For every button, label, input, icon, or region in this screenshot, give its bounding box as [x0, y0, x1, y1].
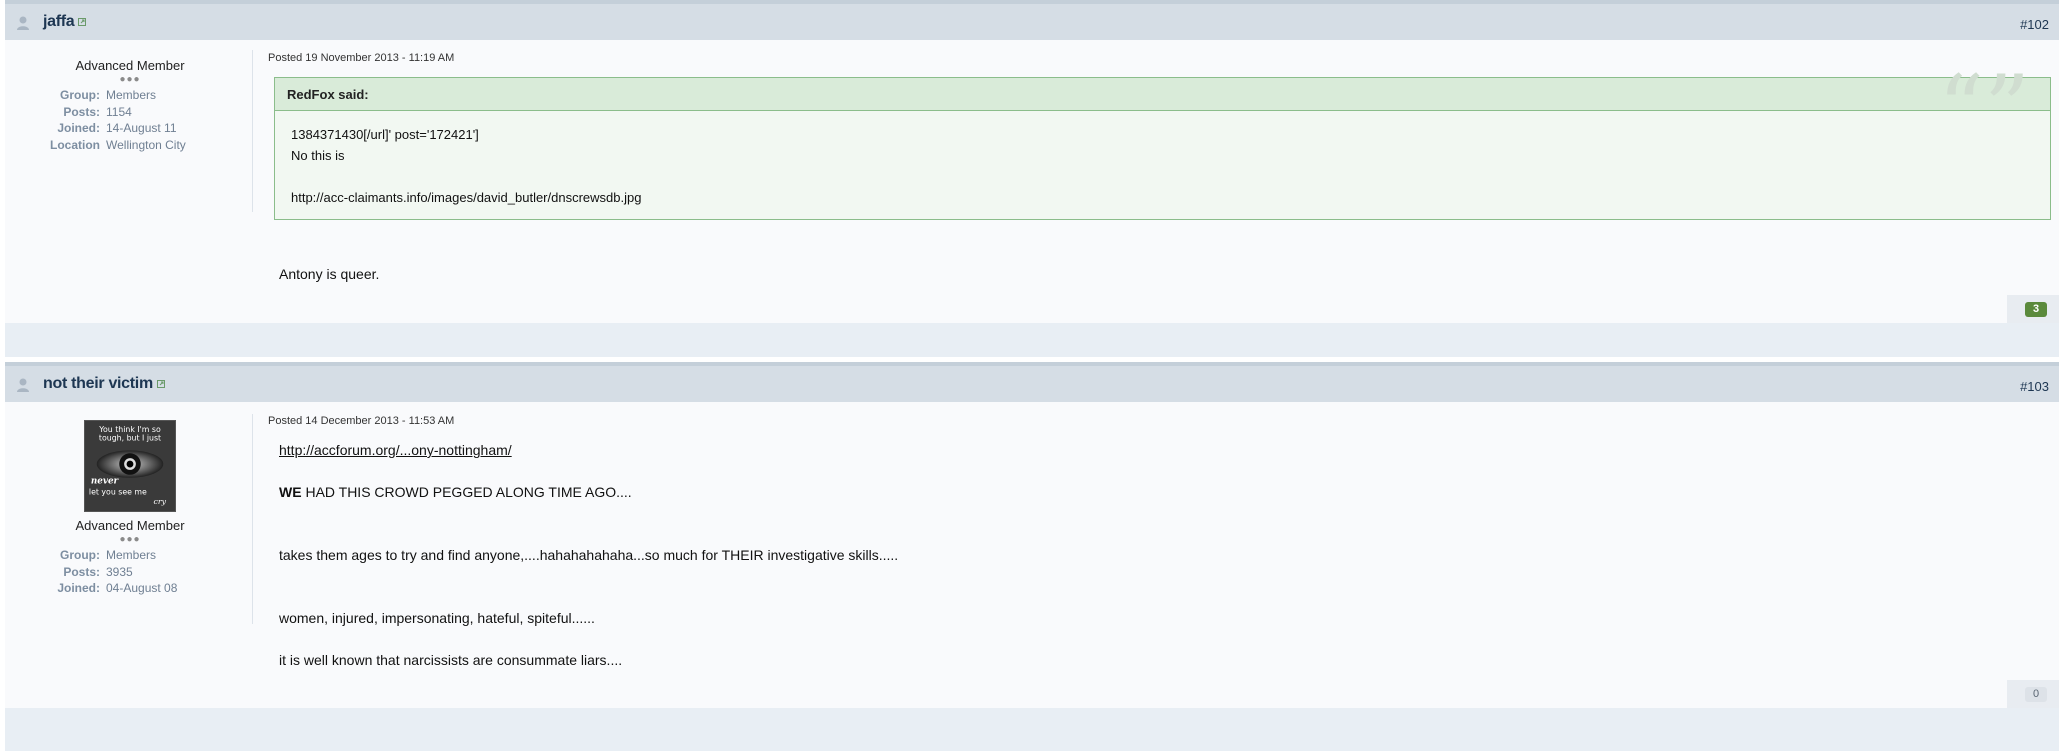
avatar-text: let you see me — [89, 487, 147, 496]
post-header: jaffa #102 — [5, 0, 2059, 40]
quote-block: RedFox said: “” 1384371430[/url]' post='… — [274, 64, 2051, 221]
username-link[interactable]: jaffa — [43, 13, 87, 31]
reputation-bar: 3 — [2007, 295, 2059, 323]
post-link[interactable]: http://accforum.org/...ony-nottingham/ — [279, 442, 512, 458]
info-joined: Joined: 04-August 08 — [57, 581, 178, 595]
quote-citation: RedFox said: — [287, 87, 369, 102]
post-102: jaffa #102 Advanced Member ●●● Group: Mem… — [5, 0, 2059, 357]
user-icon — [17, 16, 29, 30]
username-link[interactable]: not their victim — [43, 375, 165, 393]
column-divider — [252, 50, 253, 212]
quote-header: RedFox said: “” — [275, 64, 2050, 154]
profile-card-icon[interactable] — [156, 379, 165, 388]
body-line: takes them ages to try and find anyone,.… — [279, 547, 899, 563]
reputation-badge[interactable]: 0 — [2025, 687, 2047, 702]
quote-spacer — [291, 166, 2034, 187]
post-number-link[interactable]: #103 — [2020, 379, 2049, 394]
quote-line: 1384371430[/url]' post='172421'] — [291, 127, 479, 142]
body-line: HAD THIS CROWD PEGGED ALONG TIME AGO.... — [301, 484, 632, 500]
post-103: not their victim #103 You think I'm so t… — [5, 362, 2059, 751]
quote-mark-icon: “” — [1937, 56, 2030, 161]
post-body: Antony is queer. — [279, 266, 380, 282]
member-rank: Advanced Member — [75, 518, 185, 533]
emphasis-text: WE — [279, 484, 302, 500]
quote-line: http://acc-claimants.info/images/david_b… — [291, 190, 642, 205]
info-posts: Posts: 3935 — [63, 564, 133, 579]
post-body: http://accforum.org/...ony-nottingham/ W… — [279, 440, 898, 671]
avatar[interactable]: You think I'm so tough, but I just never… — [84, 420, 176, 512]
reputation-bar: 0 — [2007, 680, 2059, 708]
column-divider — [252, 414, 253, 624]
quote-body: 1384371430[/url]' post='172421'] No this… — [275, 111, 2050, 221]
avatar-text: You think I'm so — [98, 425, 161, 434]
author-info: You think I'm so tough, but I just never… — [5, 420, 255, 597]
user-icon — [17, 378, 29, 392]
info-location: Location Wellington City — [50, 137, 186, 152]
avatar-text: tough, but I just — [99, 434, 161, 443]
post-number-link[interactable]: #102 — [2020, 17, 2049, 32]
avatar-text: never — [91, 477, 120, 487]
post-footer — [5, 323, 2059, 357]
author-info: Advanced Member ●●● Group: Members Posts:… — [5, 56, 255, 153]
info-group: Group: Members — [60, 548, 157, 562]
post-header: not their victim #103 — [5, 362, 2059, 402]
rank-pips: ●●● — [119, 534, 141, 545]
profile-card-icon[interactable] — [78, 17, 87, 26]
info-joined: Joined: 14-August 11 — [57, 121, 177, 135]
reputation-badge[interactable]: 3 — [2025, 302, 2047, 317]
avatar-text: cry — [153, 497, 166, 506]
info-group: Group: Members — [60, 88, 157, 102]
post-footer — [5, 708, 2059, 751]
body-line: women, injured, impersonating, hateful, … — [279, 610, 595, 626]
quote-line: No this is — [291, 148, 345, 163]
rank-pips: ●●● — [119, 74, 141, 85]
post-date: Posted 19 November 2013 - 11:19 AM — [268, 52, 455, 64]
member-rank: Advanced Member — [75, 58, 185, 73]
body-line: it is well known that narcissists are co… — [279, 652, 623, 668]
info-posts: Posts: 1154 — [63, 104, 132, 119]
post-date: Posted 14 December 2013 - 11:53 AM — [268, 415, 455, 427]
